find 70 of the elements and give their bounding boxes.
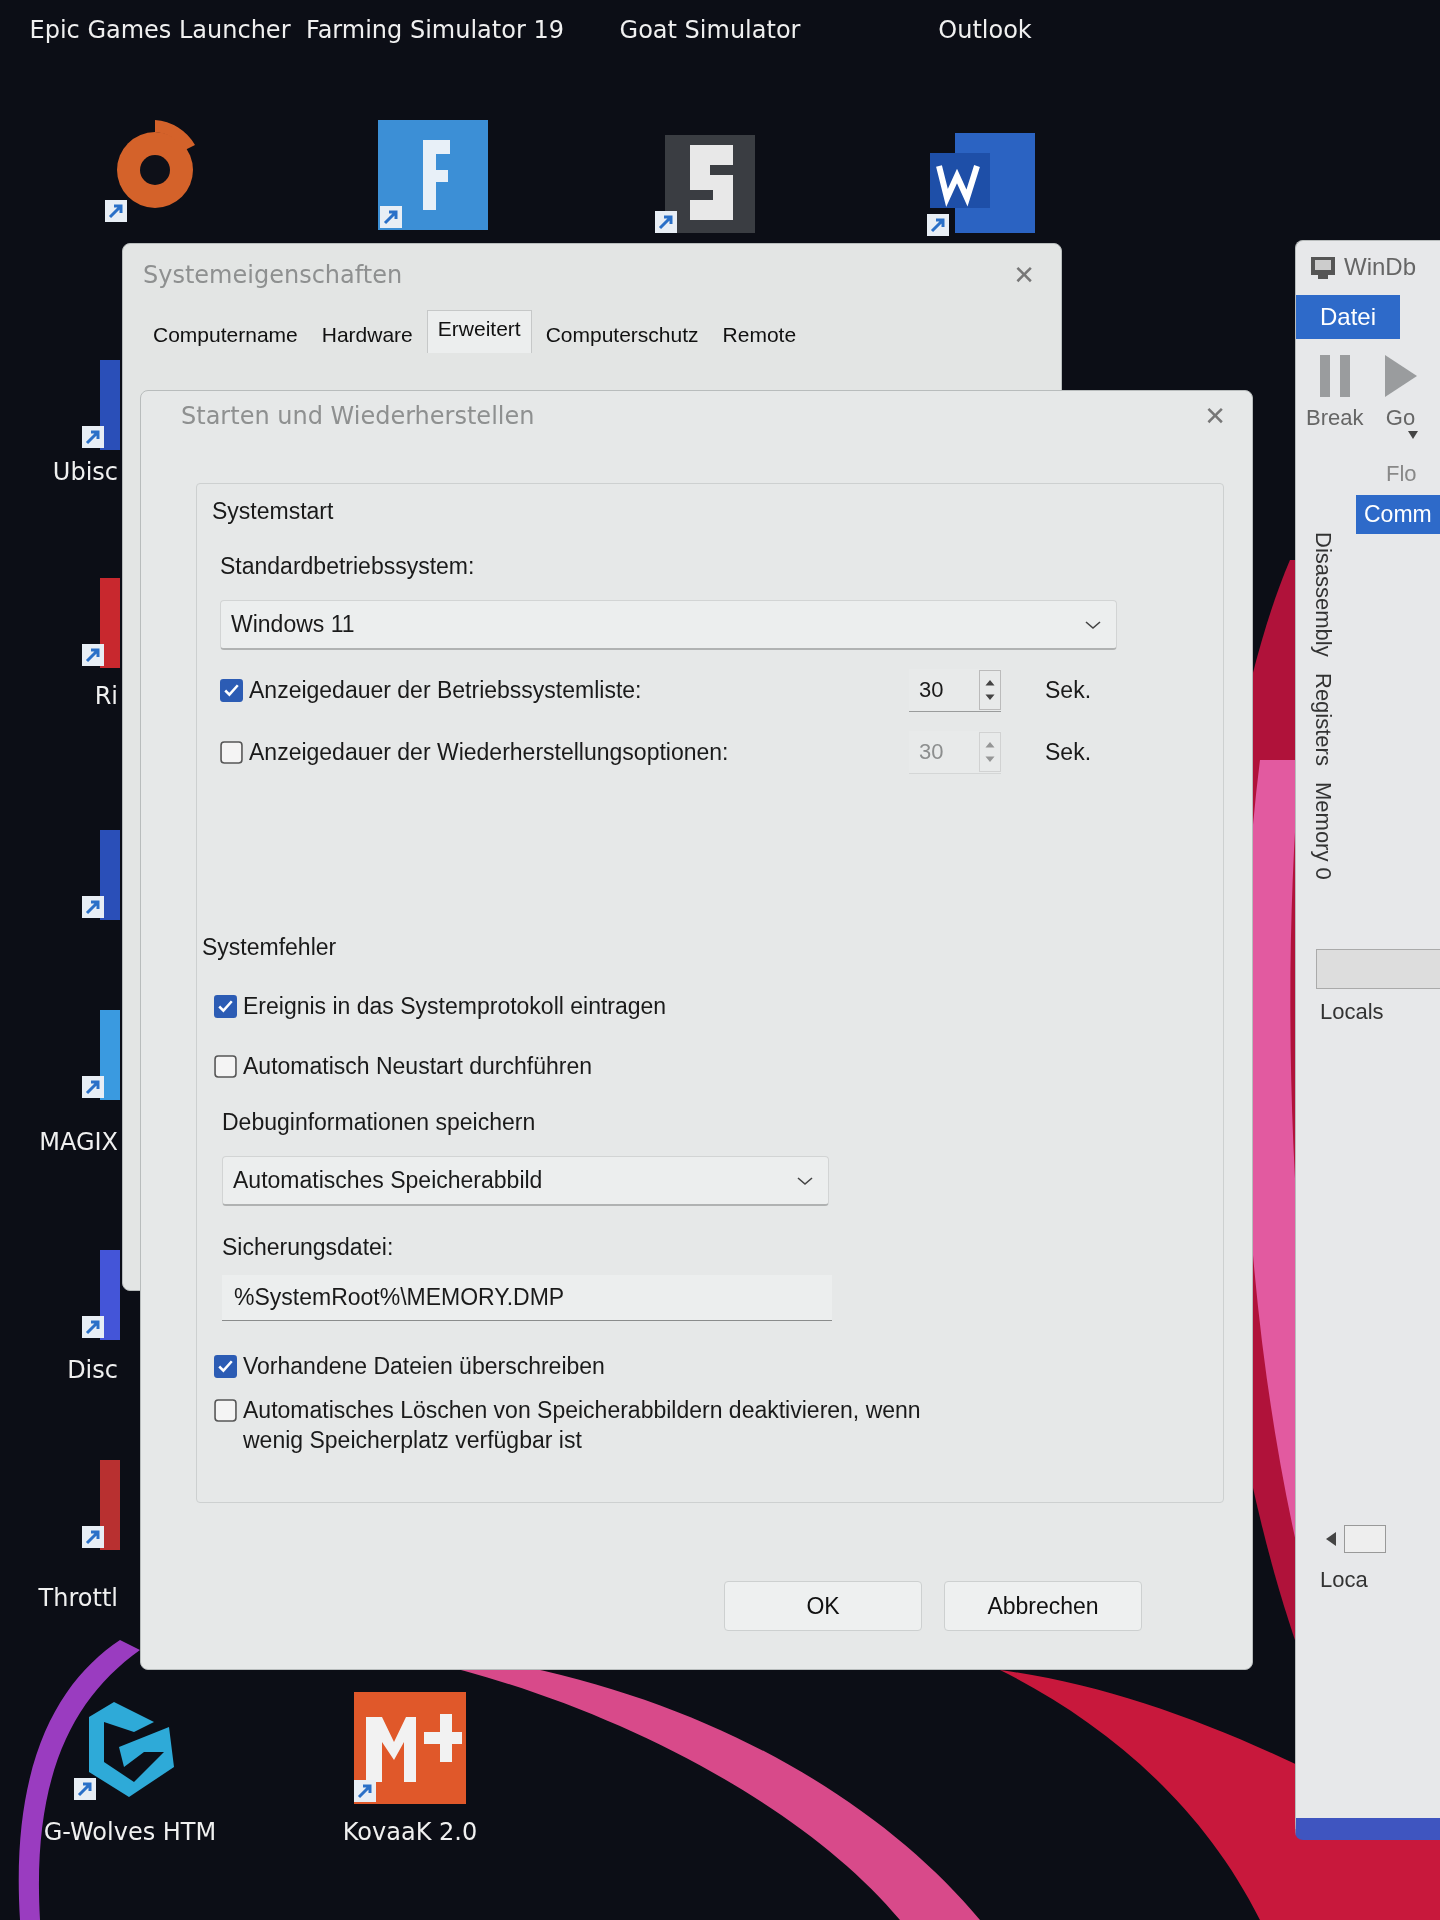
group-label: Flo bbox=[1386, 461, 1418, 487]
desktop-icon-label[interactable]: Throttl bbox=[38, 1584, 118, 1612]
app-icon[interactable] bbox=[82, 360, 120, 450]
tab[interactable]: Comm bbox=[1356, 495, 1440, 534]
window-title: Systemeigenschaften bbox=[143, 261, 403, 289]
checkbox[interactable] bbox=[214, 1355, 237, 1378]
tab[interactable]: Remote bbox=[712, 316, 807, 353]
desktop-icon-label[interactable]: Disc bbox=[67, 1356, 118, 1384]
desktop-icon-label[interactable]: KovaaK 2.0 bbox=[342, 1818, 478, 1846]
desktop-icon-label[interactable]: Ri bbox=[94, 682, 118, 710]
scroll-left-icon[interactable] bbox=[1326, 1532, 1338, 1547]
tab[interactable]: Hardware bbox=[311, 316, 423, 353]
desktop-icon-label[interactable]: MAGIX bbox=[39, 1128, 118, 1156]
side-tab[interactable]: Memory 0 bbox=[1310, 781, 1336, 880]
tab[interactable]: Erweitert bbox=[426, 310, 532, 353]
toolbar-button[interactable]: Go bbox=[1377, 351, 1424, 431]
desktop-icon-label[interactable]: Outlook bbox=[938, 16, 1032, 44]
chevron-down-icon bbox=[1084, 618, 1102, 631]
toolbar-button[interactable]: Break bbox=[1306, 351, 1364, 431]
os-dropdown[interactable]: Windows 11 bbox=[220, 600, 1117, 650]
debug-dropdown[interactable]: Automatisches Speicherabbild bbox=[222, 1156, 829, 1206]
desktop-icon-label[interactable]: G-Wolves HTM bbox=[43, 1818, 217, 1846]
caret-icon[interactable] bbox=[1408, 431, 1418, 439]
checkbox-label: Anzeigedauer der Betriebssystemliste: bbox=[249, 676, 643, 704]
checkbox[interactable] bbox=[214, 1399, 237, 1422]
desktop-icon-label[interactable]: Goat Simulator bbox=[619, 16, 801, 44]
app-icon[interactable] bbox=[82, 1250, 120, 1340]
checkbox[interactable] bbox=[214, 1055, 237, 1078]
section-heading: Systemfehler bbox=[202, 934, 338, 961]
app-icon[interactable] bbox=[82, 1010, 120, 1100]
checkbox-label: Automatisch Neustart durchführen bbox=[243, 1052, 592, 1081]
close-button[interactable]: ✕ bbox=[1007, 260, 1041, 290]
tab[interactable]: Computerschutz bbox=[535, 316, 709, 353]
panel-title: Locals bbox=[1320, 999, 1385, 1026]
spin-arrows-icon[interactable] bbox=[979, 669, 1001, 710]
unit-label: Sek. bbox=[1045, 676, 1092, 704]
field-label: Debuginformationen speichern bbox=[222, 1109, 537, 1136]
tab[interactable]: Computername bbox=[143, 316, 308, 353]
close-button[interactable]: ✕ bbox=[1198, 401, 1232, 431]
window-title: WinDb bbox=[1344, 253, 1416, 281]
dialog-button[interactable]: OK bbox=[724, 1581, 922, 1631]
app-icon bbox=[1310, 254, 1336, 280]
checkbox[interactable] bbox=[214, 995, 237, 1018]
section-heading: Systemstart bbox=[212, 498, 335, 525]
number-spinner[interactable]: 30 bbox=[909, 668, 1001, 712]
side-tab[interactable]: Registers bbox=[1310, 672, 1336, 766]
scrollbar-thumb[interactable] bbox=[1344, 1525, 1386, 1554]
letter-tile-icon[interactable] bbox=[378, 120, 490, 232]
dialog-button[interactable]: Abbrechen bbox=[944, 1581, 1142, 1631]
app-icon[interactable] bbox=[82, 1460, 120, 1550]
unit-label: Sek. bbox=[1045, 738, 1092, 766]
menu-tab[interactable]: Datei bbox=[1296, 295, 1401, 339]
tab[interactable]: Loca bbox=[1316, 1563, 1372, 1598]
app-icon[interactable] bbox=[82, 578, 120, 668]
field-label: Sicherungsdatei: bbox=[222, 1234, 395, 1261]
desktop-icon-label[interactable]: Farming Simulator 19 bbox=[306, 16, 564, 44]
letter-tile-icon[interactable] bbox=[354, 1692, 466, 1804]
chevron-down-icon bbox=[796, 1174, 814, 1187]
checkbox-label: Ereignis in das Systemprotokoll eintragen bbox=[243, 992, 667, 1021]
desktop-icon-label[interactable]: Epic Games Launcher bbox=[29, 16, 291, 44]
checkbox-label: Automatisches Löschen von Speicherabbildern deaktivieren, wenn wenig Speicherplatz verfügbar ist bbox=[243, 1396, 922, 1455]
side-tab[interactable]: Disassembly bbox=[1310, 532, 1336, 657]
checkbox-label: Anzeigedauer der Wiederherstellungsoptionen: bbox=[249, 738, 730, 766]
field-label: Standardbetriebssystem: bbox=[220, 553, 476, 580]
input-field[interactable]: %SystemRoot%\MEMORY.DMP bbox=[222, 1275, 832, 1321]
checkbox-label: Vorhandene Dateien überschreiben bbox=[243, 1352, 606, 1381]
dialog-title: Starten und Wiederherstellen bbox=[181, 402, 535, 430]
checkbox[interactable] bbox=[220, 678, 243, 702]
app-icon[interactable] bbox=[82, 830, 120, 920]
desktop-icon-label[interactable]: Ubisc bbox=[52, 458, 118, 486]
